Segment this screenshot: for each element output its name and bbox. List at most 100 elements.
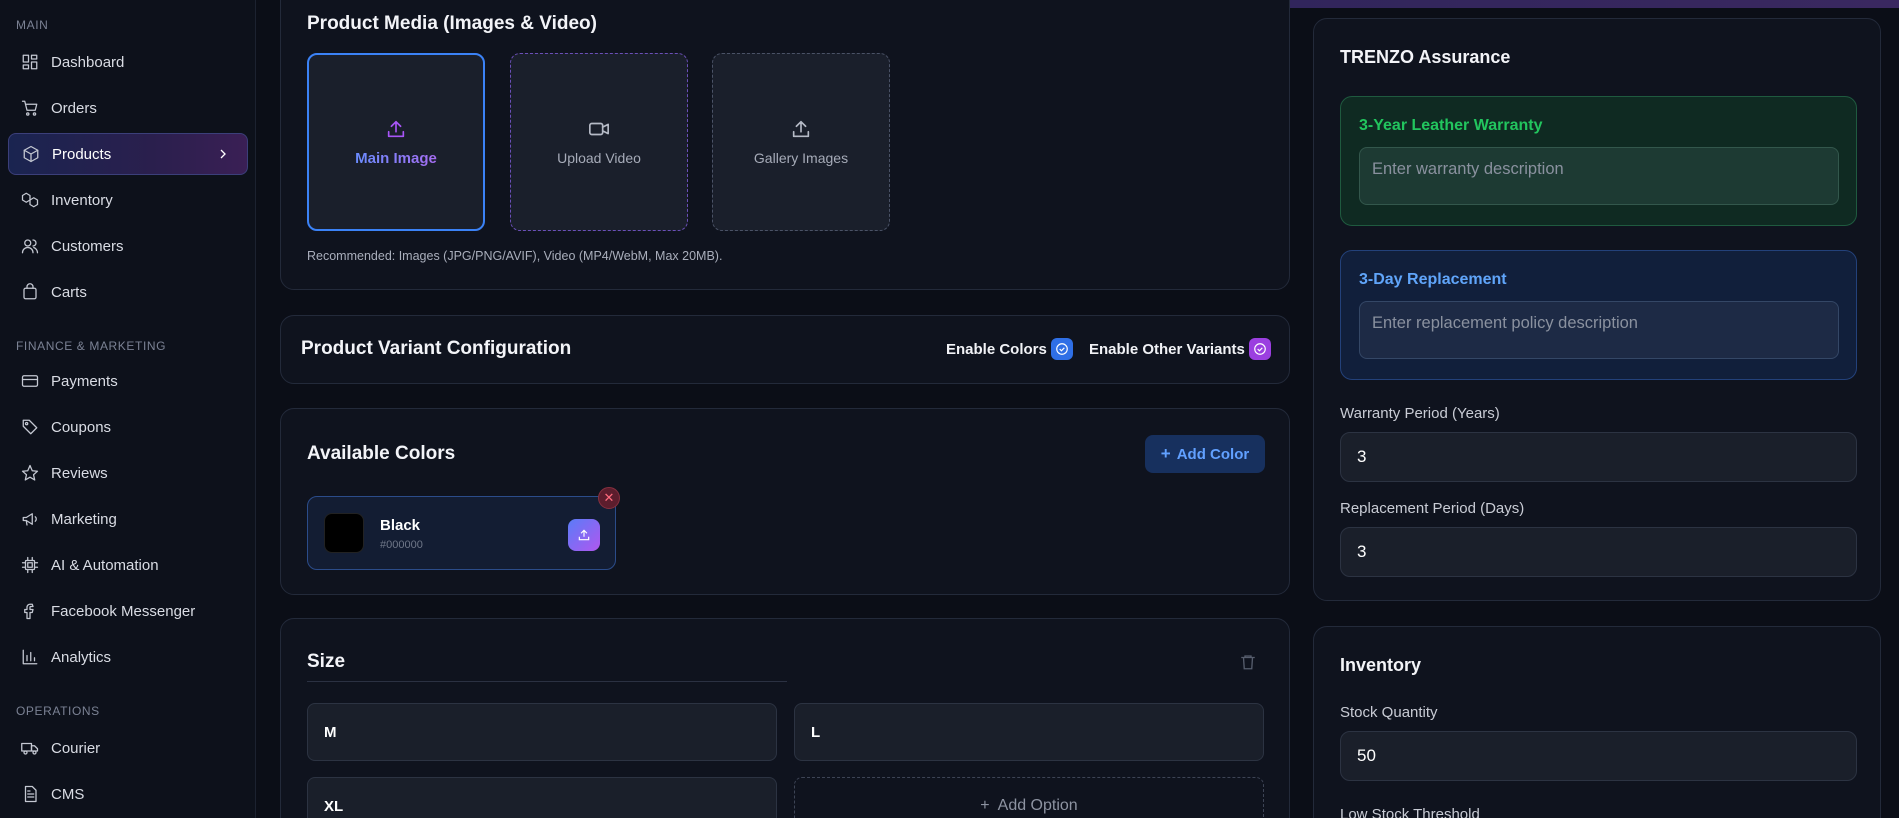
video-icon xyxy=(588,118,610,140)
boxes-icon xyxy=(21,191,39,209)
sidebar-item-label: Coupons xyxy=(51,418,112,436)
upload-icon xyxy=(578,529,590,541)
check-circle-icon xyxy=(1056,343,1068,355)
low-stock-threshold-label: Low Stock Threshold xyxy=(1340,806,1480,818)
sidebar: MAIN Dashboard Orders Products Inventory… xyxy=(0,0,256,818)
sidebar-item-orders[interactable]: Orders xyxy=(8,87,248,129)
bar-chart-icon xyxy=(21,648,39,666)
inventory-title: Inventory xyxy=(1340,655,1422,675)
star-icon xyxy=(21,464,39,482)
sidebar-item-ai-automation[interactable]: AI & Automation xyxy=(8,544,248,586)
color-chip[interactable]: Black #000000 xyxy=(307,496,616,570)
add-option-label: Add Option xyxy=(997,797,1078,814)
add-color-label: Add Color xyxy=(1176,445,1250,463)
sidebar-item-marketing[interactable]: Marketing xyxy=(8,498,248,540)
size-variant-card: Size M L XL + Add Option xyxy=(280,618,1290,818)
warranty-period-label: Warranty Period (Years) xyxy=(1340,405,1500,422)
color-name: Black xyxy=(380,517,421,534)
replacement-period-label: Replacement Period (Days) xyxy=(1340,500,1525,517)
sidebar-item-label: Inventory xyxy=(51,191,113,209)
gallery-images-box[interactable]: Gallery Images xyxy=(712,53,890,231)
sidebar-item-coupons[interactable]: Coupons xyxy=(8,406,248,448)
size-option-input[interactable]: XL xyxy=(307,777,777,818)
main-image-upload[interactable]: Main Image xyxy=(307,53,485,231)
plus-icon: + xyxy=(980,797,990,814)
section-title-operations: OPERATIONS xyxy=(16,704,100,718)
sidebar-item-label: Payments xyxy=(51,372,118,390)
size-option-input[interactable]: L xyxy=(794,703,1264,761)
enable-other-variants-label: Enable Other Variants xyxy=(1089,341,1245,358)
sidebar-item-inventory[interactable]: Inventory xyxy=(8,179,248,221)
sidebar-item-facebook-messenger[interactable]: Facebook Messenger xyxy=(8,590,248,632)
variant-config-card: Product Variant Configuration Enable Col… xyxy=(280,315,1290,384)
enable-other-variants-toggle[interactable] xyxy=(1249,338,1271,360)
product-media-title: Product Media (Images & Video) xyxy=(307,13,597,34)
cart-icon xyxy=(21,99,39,117)
sidebar-item-reviews[interactable]: Reviews xyxy=(8,452,248,494)
sidebar-item-label: CMS xyxy=(51,785,85,803)
cpu-icon xyxy=(21,556,39,574)
replacement-period-input[interactable]: 3 xyxy=(1340,527,1857,577)
available-colors-title: Available Colors xyxy=(307,443,456,464)
gallery-images-label: Gallery Images xyxy=(753,150,849,166)
enable-colors-toggle[interactable] xyxy=(1051,338,1073,360)
upload-video-label: Upload Video xyxy=(557,150,641,166)
plus-icon: + xyxy=(1160,444,1171,463)
check-circle-icon xyxy=(1254,343,1266,355)
replacement-description-input[interactable]: Enter replacement policy description xyxy=(1359,301,1839,359)
sidebar-item-label: Carts xyxy=(51,283,87,301)
remove-color-button[interactable]: ✕ xyxy=(598,487,620,509)
upload-video-box[interactable]: Upload Video xyxy=(510,53,688,231)
users-icon xyxy=(21,237,39,255)
color-hex: #000000 xyxy=(380,539,423,551)
sidebar-item-label: Analytics xyxy=(51,648,112,666)
sidebar-item-label: Reviews xyxy=(51,464,108,482)
sidebar-item-label: Customers xyxy=(51,237,124,255)
box-icon xyxy=(22,145,40,163)
document-icon xyxy=(21,785,39,803)
warranty-description-input[interactable]: Enter warranty description xyxy=(1359,147,1839,205)
upload-icon xyxy=(385,118,407,140)
sidebar-item-label: Products xyxy=(52,145,112,163)
add-option-button[interactable]: + Add Option xyxy=(794,777,1264,818)
stock-quantity-input[interactable]: 50 xyxy=(1340,731,1857,781)
color-swatch xyxy=(324,513,364,553)
sidebar-item-payments[interactable]: Payments xyxy=(8,360,248,402)
assurance-title: TRENZO Assurance xyxy=(1340,47,1511,67)
size-option-input[interactable]: M xyxy=(307,703,777,761)
sidebar-item-analytics[interactable]: Analytics xyxy=(8,636,248,678)
size-title: Size xyxy=(307,651,787,682)
sidebar-item-label: Marketing xyxy=(51,510,117,528)
sidebar-item-cms[interactable]: CMS xyxy=(8,773,248,815)
add-color-button[interactable]: + Add Color xyxy=(1145,435,1265,473)
sidebar-item-dashboard[interactable]: Dashboard xyxy=(8,41,248,83)
warranty-title: 3-Year Leather Warranty xyxy=(1359,117,1543,134)
section-title-main: MAIN xyxy=(16,18,49,32)
inventory-card: Inventory Stock Quantity 50 Low Stock Th… xyxy=(1313,626,1881,818)
sidebar-item-courier[interactable]: Courier xyxy=(8,727,248,769)
assurance-card: TRENZO Assurance 3-Year Leather Warranty… xyxy=(1313,18,1881,601)
sidebar-item-label: Dashboard xyxy=(51,53,125,71)
shopping-bag-icon xyxy=(21,283,39,301)
warranty-box: 3-Year Leather Warranty Enter warranty d… xyxy=(1340,96,1857,226)
stock-quantity-label: Stock Quantity xyxy=(1340,704,1438,721)
enable-colors-label: Enable Colors xyxy=(946,341,1047,358)
replacement-title: 3-Day Replacement xyxy=(1359,271,1507,288)
sidebar-item-label: Courier xyxy=(51,739,101,757)
product-media-card: Product Media (Images & Video) Main Imag… xyxy=(280,0,1290,290)
available-colors-card: Available Colors + Add Color Black #0000… xyxy=(280,408,1290,595)
sidebar-item-products[interactable]: Products xyxy=(8,133,248,175)
credit-card-icon xyxy=(21,372,39,390)
main-image-label: Main Image xyxy=(355,149,437,167)
trash-icon[interactable] xyxy=(1239,653,1257,671)
sidebar-item-carts[interactable]: Carts xyxy=(8,271,248,313)
color-image-upload-button[interactable] xyxy=(568,519,600,551)
chevron-right-icon xyxy=(215,146,231,162)
section-title-finance: FINANCE & MARKETING xyxy=(16,339,167,353)
warranty-period-input[interactable]: 3 xyxy=(1340,432,1857,482)
facebook-icon xyxy=(21,602,39,620)
variant-config-title: Product Variant Configuration xyxy=(301,338,572,359)
sidebar-item-customers[interactable]: Customers xyxy=(8,225,248,267)
replacement-box: 3-Day Replacement Enter replacement poli… xyxy=(1340,250,1857,380)
sidebar-item-label: AI & Automation xyxy=(51,556,159,574)
